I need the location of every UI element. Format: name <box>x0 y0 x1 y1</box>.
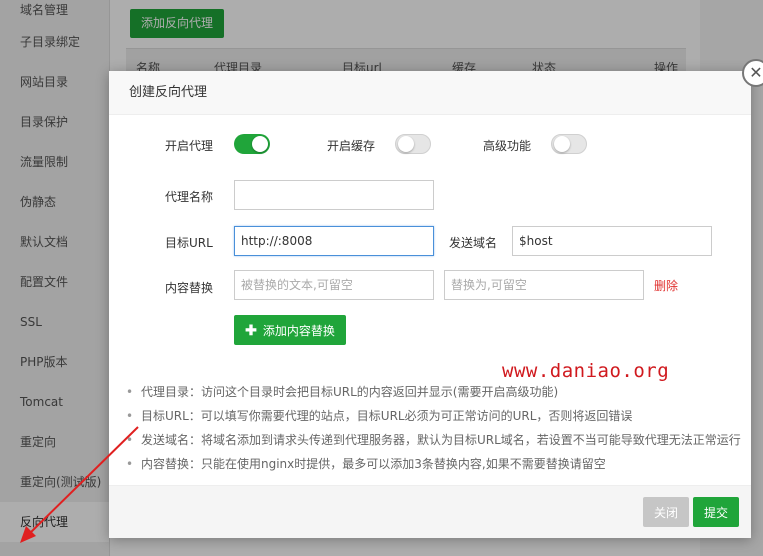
toggle-knob <box>554 136 570 152</box>
target-url-input[interactable] <box>234 226 434 256</box>
proxy-name-label: 代理名称 <box>165 190 214 204</box>
close-button[interactable]: 关闭 <box>643 497 689 527</box>
replace-to-input[interactable] <box>444 270 644 300</box>
send-domain-label: 发送域名 <box>449 236 498 250</box>
submit-button[interactable]: 提交 <box>693 497 739 527</box>
modal-close-button[interactable]: ✕ <box>742 59 763 87</box>
help-notes: 代理目录：访问这个目录时会把目标URL的内容返回并显示(需要开启高级功能) 目标… <box>124 380 744 476</box>
toggle-knob <box>252 136 268 152</box>
target-url-label: 目标URL <box>165 236 213 250</box>
plus-icon: ✚ <box>245 321 257 338</box>
advanced-label: 高级功能 <box>483 139 532 153</box>
dialog-footer: 关闭 提交 <box>109 485 751 538</box>
replace-from-input[interactable] <box>234 270 434 300</box>
send-domain-input[interactable] <box>512 226 712 256</box>
help-note: 内容替换：只能在使用nginx时提供，最多可以添加3条替换内容,如果不需要替换请… <box>124 452 744 476</box>
help-note: 代理目录：访问这个目录时会把目标URL的内容返回并显示(需要开启高级功能) <box>124 380 744 404</box>
enable-cache-toggle[interactable] <box>395 134 431 154</box>
proxy-name-input[interactable] <box>234 180 434 210</box>
watermark: www.daniao.org <box>502 360 670 382</box>
help-note: 发送域名：将域名添加到请求头传递到代理服务器，默认为目标URL域名，若设置不当可… <box>124 428 744 452</box>
help-note: 目标URL：可以填写你需要代理的站点，目标URL必须为可正常访问的URL，否则将… <box>124 404 744 428</box>
delete-replace-link[interactable]: 删除 <box>654 277 678 294</box>
enable-cache-label: 开启缓存 <box>327 139 376 153</box>
enable-proxy-label: 开启代理 <box>165 139 214 153</box>
content-replace-label: 内容替换 <box>165 281 214 295</box>
toggle-knob <box>398 136 414 152</box>
create-reverse-proxy-dialog: 创建反向代理 开启代理 开启缓存 高级功能 代理名称 目标URL 发送域名 内容… <box>109 71 751 538</box>
add-content-replace-label: 添加内容替换 <box>262 323 335 338</box>
dialog-title: 创建反向代理 <box>109 71 751 115</box>
close-icon: ✕ <box>749 63 763 82</box>
advanced-toggle[interactable] <box>551 134 587 154</box>
add-content-replace-button[interactable]: ✚ 添加内容替换 <box>234 315 346 345</box>
enable-proxy-toggle[interactable] <box>234 134 270 154</box>
